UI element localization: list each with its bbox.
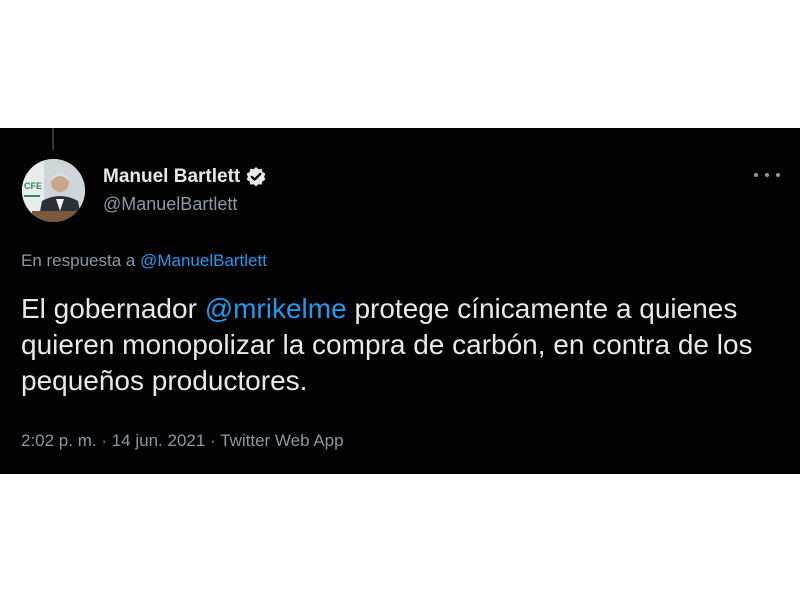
tweet-time-link[interactable]: 2:02 p. m. (21, 431, 97, 450)
verified-badge-icon (245, 166, 267, 188)
tweet-source-link[interactable]: Twitter Web App (220, 431, 343, 450)
author-handle[interactable]: @ManuelBartlett (103, 194, 237, 215)
more-dot (754, 173, 758, 177)
tweet-text: El gobernador @mrikelme protege cínicame… (21, 291, 791, 399)
reply-context: En respuesta a @ManuelBartlett (21, 251, 267, 271)
meta-separator: · (96, 431, 112, 450)
thread-line (52, 128, 54, 150)
author-name[interactable]: Manuel Bartlett (103, 166, 267, 188)
tweet-date-link[interactable]: 14 jun. 2021 (112, 431, 206, 450)
author-name-text[interactable]: Manuel Bartlett (103, 166, 240, 188)
tweet-card: CFE Manuel Bartlett @ManuelBartlett En r… (0, 128, 800, 474)
reply-mention-link[interactable]: @ManuelBartlett (140, 251, 267, 270)
tweet-text-before: El gobernador (21, 293, 205, 324)
more-dot (765, 173, 769, 177)
user-avatar-icon: CFE (22, 159, 85, 222)
tweet-mention-link[interactable]: @mrikelme (205, 293, 347, 324)
svg-text:CFE: CFE (24, 181, 42, 191)
more-options-icon[interactable] (754, 168, 780, 182)
meta-separator: · (205, 431, 221, 450)
reply-prefix: En respuesta a (21, 251, 136, 270)
avatar[interactable]: CFE (22, 159, 85, 222)
tweet-meta: 2:02 p. m. · 14 jun. 2021 · Twitter Web … (21, 431, 344, 451)
more-dot (776, 173, 780, 177)
